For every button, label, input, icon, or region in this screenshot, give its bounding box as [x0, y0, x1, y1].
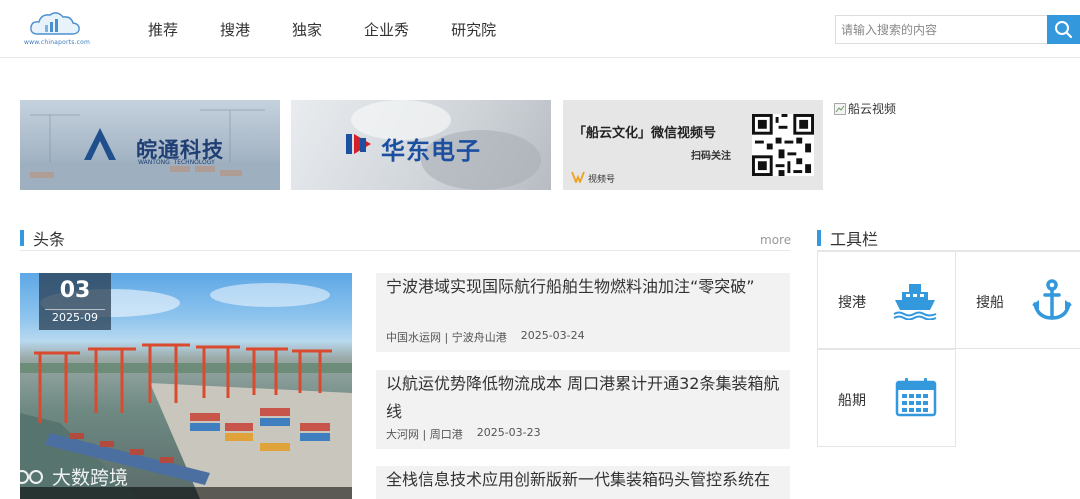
search-input[interactable] [835, 15, 1047, 44]
tool-label: 船期 [838, 393, 866, 409]
banner-wechat-tag: 视频号 [588, 175, 616, 185]
feature-year-month: 2025-09 [45, 309, 105, 326]
news-item[interactable]: 以航运优势降低物流成本 周口港累计开通32条集装箱航线 大河网 | 周口港 20… [376, 370, 790, 449]
banner-wechat-title: 「船云文化」微信视频号 [573, 126, 717, 141]
headline-section-title: 头条 [20, 227, 65, 249]
banner-wechat-video[interactable]: 「船云文化」微信视频号 扫码关注 视频号 [563, 100, 823, 190]
nav-item-recommend[interactable]: 推荐 [148, 19, 178, 40]
news-title[interactable]: 全栈信息技术应用创新版新一代集装箱码头管控系统在 [386, 466, 770, 494]
tool-search-port[interactable]: 搜港 [817, 251, 956, 349]
tools-title: 工具栏 [830, 230, 879, 249]
nav-item-institute[interactable]: 研究院 [451, 19, 496, 40]
news-title[interactable]: 以航运优势降低物流成本 周口港累计开通32条集装箱航线 [386, 370, 786, 426]
headline-title: 头条 [33, 230, 66, 249]
search-icon [1055, 21, 1073, 39]
nav-item-exclusive[interactable]: 独家 [292, 19, 322, 40]
banner-huadong-brand: 华东电子 [381, 137, 481, 165]
qr-code-icon [752, 114, 814, 176]
ship-icon [893, 284, 937, 320]
news-source: 大河网 | 周口港 [386, 428, 463, 441]
banner-wechat-sub: 扫码关注 [691, 151, 731, 162]
tools-section-title: 工具栏 [817, 227, 878, 249]
more-link[interactable]: more [760, 233, 791, 247]
site-logo[interactable]: www.chinaports.com [24, 8, 90, 50]
news-meta: 中国水运网 | 宁波舟山港 2025-03-24 [386, 329, 585, 345]
search-box [835, 15, 1080, 44]
news-item[interactable]: 全栈信息技术应用创新版新一代集装箱码头管控系统在 [376, 466, 790, 499]
watermark-text: 大数跨境 [52, 467, 129, 489]
site-header: www.chinaports.com 推荐 搜港 独家 企业秀 研究院 [0, 0, 1080, 58]
search-button[interactable] [1047, 15, 1080, 44]
feature-day: 03 [59, 278, 91, 303]
tool-label: 搜港 [838, 295, 866, 311]
video-channel-icon [571, 171, 585, 183]
watermark: 大数跨境 [8, 463, 128, 490]
section-accent-bar [20, 230, 24, 246]
feature-date-badge: 03 2025-09 [39, 273, 111, 330]
banner-wantong-sub: WANTONG TECHNOLOGY [138, 159, 215, 166]
banner-huadong[interactable]: 华东电子 [291, 100, 551, 190]
tool-schedule[interactable]: 船期 [817, 349, 956, 447]
banner-wantong[interactable]: 皖通科技 WANTONG TECHNOLOGY [20, 100, 280, 190]
news-date: 2025-03-23 [476, 426, 541, 439]
news-date: 2025-03-24 [520, 329, 585, 342]
news-item[interactable]: 宁波港域实现国际航行船舶生物燃料油加注“零突破” 中国水运网 | 宁波舟山港 2… [376, 273, 790, 352]
cloud-logo-icon [30, 12, 80, 35]
banner-chuanyun-alt: 船云视频 [848, 102, 897, 116]
nav-item-search-port[interactable]: 搜港 [220, 19, 250, 40]
main-nav: 推荐 搜港 独家 企业秀 研究院 [148, 0, 538, 58]
divider [20, 250, 790, 251]
tool-search-ship[interactable]: 搜船 [955, 251, 1080, 349]
news-title[interactable]: 宁波港域实现国际航行船舶生物燃料油加注“零突破” [386, 273, 755, 301]
banner-chuanyun-video[interactable]: 船云视频 [834, 100, 896, 117]
nav-item-enterprise[interactable]: 企业秀 [364, 19, 409, 40]
logo-url: www.chinaports.com [24, 39, 91, 46]
tool-label: 搜船 [976, 295, 1004, 311]
news-meta: 大河网 | 周口港 2025-03-23 [386, 426, 541, 442]
tools-grid: 搜港 搜船 船期 [817, 251, 1080, 448]
anchor-icon [1032, 279, 1072, 320]
watermark-logo-icon [11, 469, 43, 485]
section-accent-bar [817, 230, 821, 246]
news-source: 中国水运网 | 宁波舟山港 [386, 331, 507, 344]
broken-image-icon [834, 102, 846, 115]
calendar-icon [895, 378, 937, 417]
